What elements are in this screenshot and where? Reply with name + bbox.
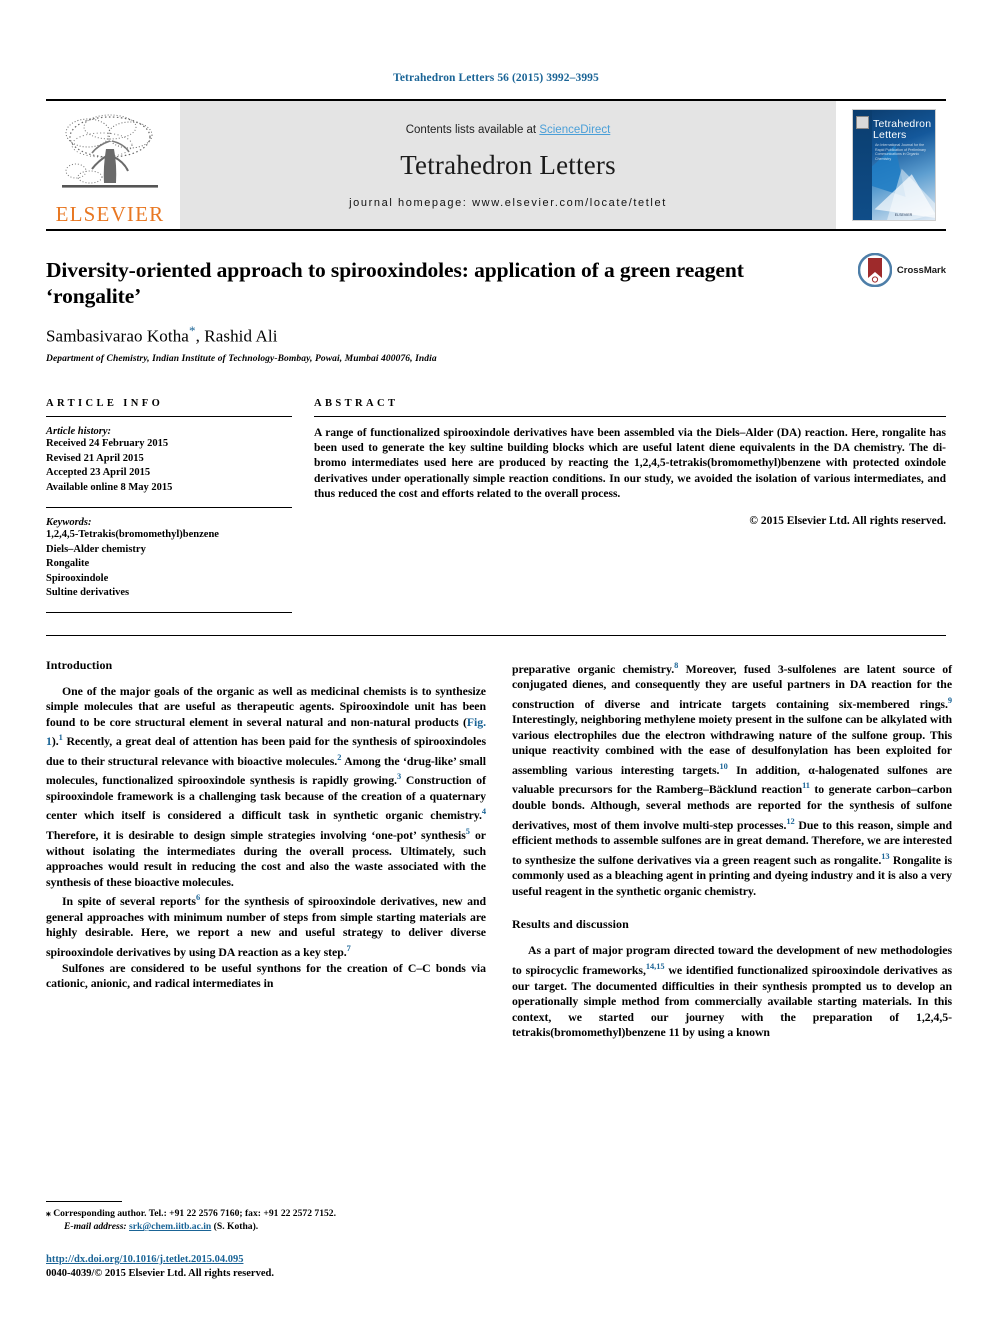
keyword-item: Rongalite [46,558,90,570]
asterisk-icon: ⁎ [46,1208,51,1219]
history-revised: Revised 21 April 2015 [46,452,144,464]
abstract-heading: ABSTRACT [314,398,399,410]
cover-subtitle: An International Journal for the Rapid P… [875,143,926,161]
abstract-column: ABSTRACT A range of functionalized spiro… [314,398,946,613]
crossmark-badge[interactable]: CrossMark [857,253,946,287]
keyword-item: Spirooxindole [46,572,109,584]
section-heading-results: Results and discussion [512,917,629,932]
body-paragraph: One of the major goals of the organic as… [46,683,487,889]
abstract-rule [314,416,946,418]
corresponding-author-marker[interactable]: * [189,323,196,338]
cover-title-line2: Letters [873,129,907,141]
contents-available-line: Contents lists available at ScienceDirec… [406,124,611,136]
keywords-label: Keywords: [46,517,92,529]
reference-link[interactable]: 13 [881,852,889,861]
affiliation: Department of Chemistry, Indian Institut… [46,354,437,365]
sciencedirect-link[interactable]: ScienceDirect [539,124,610,136]
elsevier-wordmark: ELSEVIER [55,202,165,226]
body-column-right: preparative organic chemistry.8 Moreover… [512,658,952,1041]
reference-link[interactable]: 14,15 [646,962,665,971]
article-page: Tetrahedron Letters 56 (2015) 3992–3995 [0,0,992,1323]
info-abstract-section: ARTICLE INFO Article history: Received 2… [46,398,946,613]
cover-title: Tetrahedron Letters [873,119,932,141]
reference-link[interactable]: 10 [719,762,727,771]
keyword-item: 1,2,4,5-Tetrakis(bromomethyl)benzene [46,529,219,541]
reference-link[interactable]: 11 [802,781,810,790]
history-available-online: Available online 8 May 2015 [46,481,173,493]
body-paragraph: As a part of major program directed towa… [512,943,952,1040]
cover-image: Tetrahedron Letters An International Jou… [852,109,936,221]
journal-title: Tetrahedron Letters [400,149,616,180]
keyword-item: Diels–Alder chemistry [46,543,146,555]
author-secondary: , Rashid Ali [195,327,278,347]
abstract-text: A range of functionalized spirooxindole … [314,427,946,500]
elsevier-tree-icon [62,114,158,188]
history-accepted: Accepted 23 April 2015 [46,467,151,479]
body-paragraph: preparative organic chemistry.8 Moreover… [512,660,953,898]
cover-footer: ELSEVIER [894,213,913,217]
title-block: CrossMark Diversity-oriented approach to… [46,253,946,365]
reference-link[interactable]: 4 [482,807,486,816]
cover-chip-icon [856,116,869,129]
contents-prefix: Contents lists available at [405,123,540,136]
body-paragraph: Sulfones are considered to be useful syn… [46,960,486,991]
email-owner: (S. Kotha). [211,1221,259,1232]
reference-link[interactable]: 9 [948,696,952,705]
reference-link[interactable]: 3 [397,772,401,781]
journal-cover-thumbnail[interactable]: Tetrahedron Letters An International Jou… [842,101,946,229]
issn-copyright: 0040-4039/© 2015 Elsevier Ltd. All right… [46,1268,274,1279]
article-info-rule [46,416,292,418]
keywords-block: Keywords: 1,2,4,5-Tetrakis(bromomethyl)b… [46,507,292,601]
email-link[interactable]: srk@chem.iitb.ac.in [129,1221,211,1232]
corresponding-author-text: Corresponding author. Tel.: +91 22 2576 … [53,1208,336,1219]
author-list: Sambasivarao Kotha*, Rashid Ali [46,323,946,347]
reference-link[interactable]: 1 [59,733,63,742]
body-top-rule [46,634,946,636]
email-note: E-mail address: srk@chem.iitb.ac.in (S. … [46,1220,486,1233]
page-title: Diversity-oriented approach to spirooxin… [46,258,744,308]
running-head: Tetrahedron Letters 56 (2015) 3992–3995 [393,72,599,84]
body-column-left: Introduction One of the major goals of t… [46,658,486,1041]
journal-band: Contents lists available at ScienceDirec… [180,101,836,229]
keyword-item: Sultine derivatives [46,587,130,599]
crossmark-label: CrossMark [896,264,946,276]
reference-link[interactable]: 6 [196,893,200,902]
reference-link[interactable]: 5 [466,827,470,836]
article-info-column: ARTICLE INFO Article history: Received 2… [46,398,292,613]
reference-link[interactable]: 12 [786,817,794,826]
footnote-rule [46,1201,122,1202]
doi-link[interactable]: http://dx.doi.org/10.1016/j.tetlet.2015.… [46,1254,243,1265]
journal-homepage[interactable]: journal homepage: www.elsevier.com/locat… [349,197,667,209]
history-received: Received 24 February 2015 [46,438,169,450]
doi-block: http://dx.doi.org/10.1016/j.tetlet.2015.… [46,1249,486,1279]
section-heading-introduction: Introduction [46,657,113,672]
article-history-label: Article history: [46,426,112,438]
body-columns: Introduction One of the major goals of t… [46,658,952,1041]
author-primary: Sambasivarao Kotha [46,327,189,347]
masthead-bottom-rule [46,229,946,231]
keywords-bottom-rule [46,611,292,613]
footnote-block: ⁎ Corresponding author. Tel.: +91 22 257… [46,1201,486,1279]
body-paragraph: In spite of several reports6 for the syn… [46,893,487,959]
reference-link[interactable]: 7 [347,944,351,953]
email-label: E-mail address: [64,1221,127,1232]
journal-masthead: ELSEVIER Contents lists available at Sci… [46,99,946,229]
reference-link[interactable]: 8 [674,661,678,670]
elsevier-logo: ELSEVIER [46,101,174,229]
crossmark-icon [857,253,892,287]
corresponding-author-note: ⁎ Corresponding author. Tel.: +91 22 257… [46,1207,486,1220]
reference-link[interactable]: 2 [337,753,341,762]
figure-link[interactable]: Fig. 1 [46,715,486,749]
abstract-copyright: © 2015 Elsevier Ltd. All rights reserved… [749,515,946,528]
article-info-heading: ARTICLE INFO [46,398,164,410]
